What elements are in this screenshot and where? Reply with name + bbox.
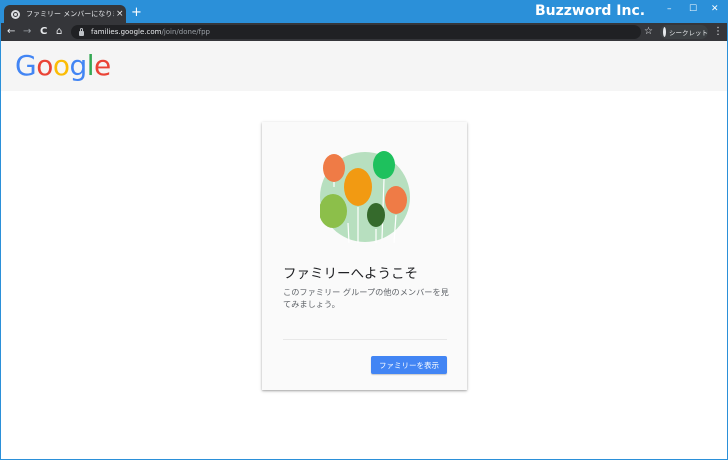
url-text: families.google.com/join/done/fpp [91, 28, 210, 36]
logo-letter: o [36, 49, 53, 82]
card-description: このファミリー グループの他のメンバーを見てみましょう。 [283, 287, 449, 309]
address-bar[interactable]: families.google.com/join/done/fpp [71, 25, 641, 39]
browser-tab[interactable]: ファミリー メンバーになりました × [4, 5, 126, 23]
card-title: ファミリーへようこそ [283, 266, 418, 282]
minimize-button[interactable]: – [667, 3, 672, 15]
incognito-label: シークレット [669, 29, 708, 37]
welcome-card: ファミリーへようこそ このファミリー グループの他のメンバーを見てみましょう。 … [262, 122, 467, 390]
new-tab-button[interactable]: + [131, 5, 142, 21]
close-window-button[interactable]: ✕ [711, 3, 719, 15]
forward-button[interactable]: → [23, 25, 31, 39]
logo-letter: o [52, 49, 70, 82]
tab-close-icon[interactable]: × [116, 9, 124, 19]
logo-letter: e [94, 49, 111, 82]
url-domain: families.google.com [91, 28, 162, 36]
incognito-badge[interactable]: シークレット [660, 25, 708, 39]
title-bar: ファミリー メンバーになりました × + Buzzword Inc. – ☐ ✕ [1, 1, 727, 23]
reload-button[interactable]: C [40, 25, 47, 39]
logo-letter: l [86, 49, 95, 82]
url-path: /join/done/fpp [161, 28, 210, 36]
brand-watermark: Buzzword Inc. [535, 3, 646, 19]
balloons-illustration [320, 151, 410, 243]
logo-letter: g [69, 49, 87, 82]
browser-window: ファミリー メンバーになりました × + Buzzword Inc. – ☐ ✕… [0, 0, 728, 460]
page-header: Google [1, 41, 727, 91]
browser-toolbar: ← → C ⌂ families.google.com/join/done/fp… [1, 23, 727, 41]
lock-icon [79, 27, 84, 36]
incognito-icon [663, 27, 666, 37]
logo-letter: G [15, 49, 37, 82]
card-divider [283, 339, 447, 340]
tab-title: ファミリー メンバーになりました [26, 10, 114, 18]
back-button[interactable]: ← [7, 25, 15, 39]
bookmark-star-icon[interactable]: ☆ [644, 25, 653, 39]
browser-menu-icon[interactable]: ⋮ [713, 25, 723, 39]
home-button[interactable]: ⌂ [56, 25, 62, 39]
maximize-button[interactable]: ☐ [689, 3, 697, 15]
globe-icon [11, 9, 20, 19]
google-logo[interactable]: Google [15, 49, 111, 82]
view-family-button[interactable]: ファミリーを表示 [371, 356, 447, 374]
